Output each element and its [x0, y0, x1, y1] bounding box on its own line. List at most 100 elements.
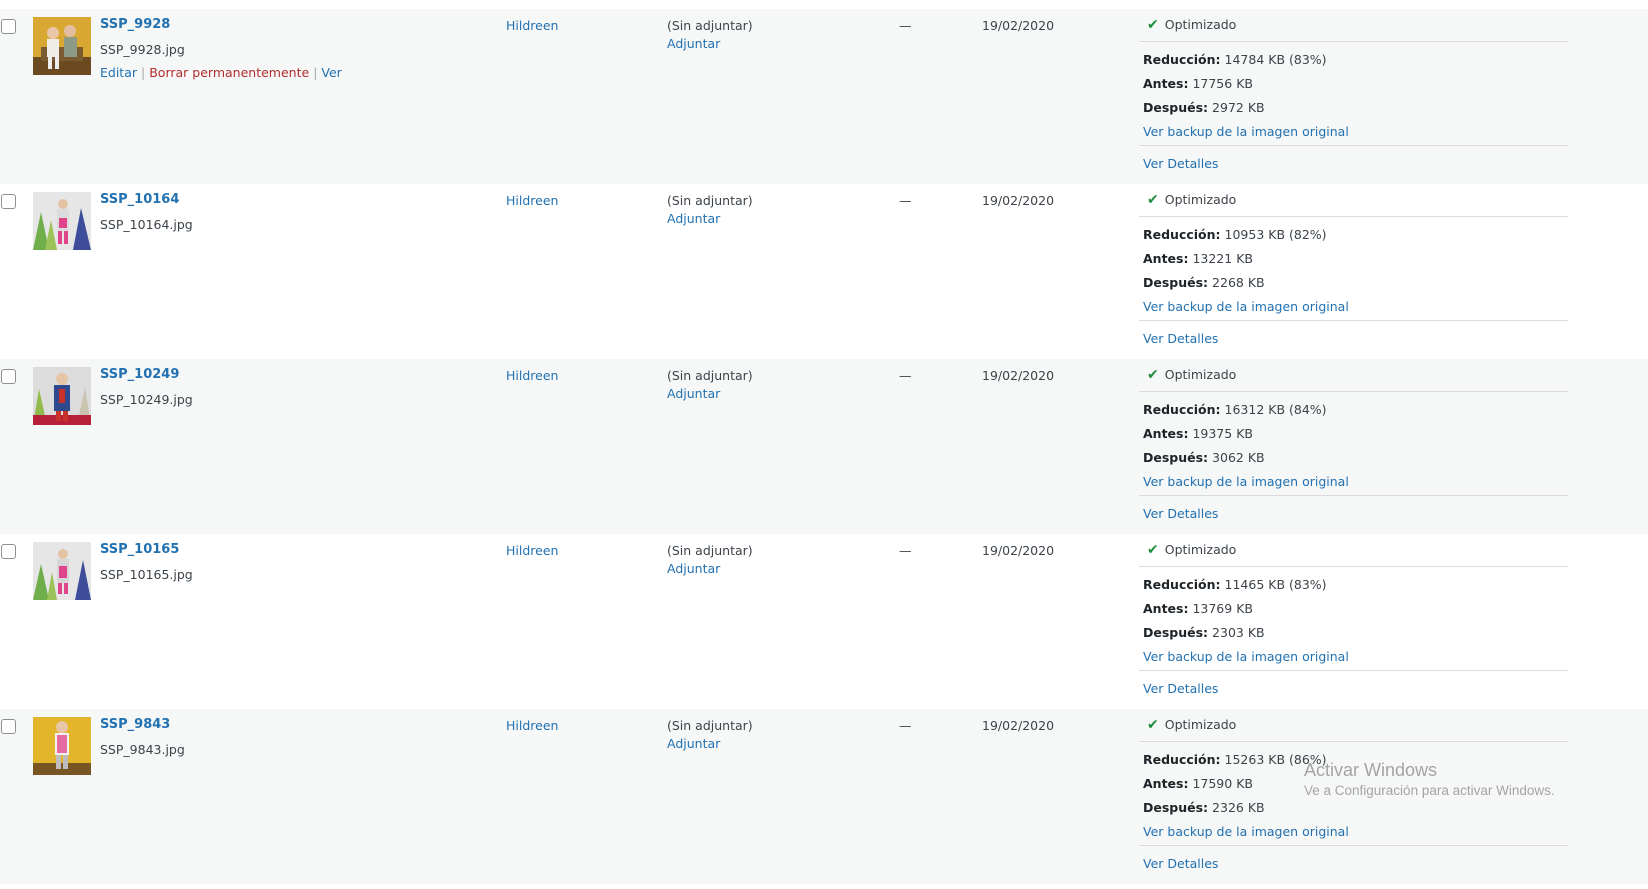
view-backup-link[interactable]: Ver backup de la imagen original: [1143, 824, 1349, 839]
attached-to-text: (Sin adjuntar): [667, 368, 753, 383]
media-title-link[interactable]: SSP_10249: [100, 367, 179, 382]
divider: [1139, 391, 1568, 392]
status-text: Optimizado: [1164, 367, 1237, 382]
checkmark-icon: ✔: [1147, 17, 1159, 33]
reduction-stat: Reducción: 11465 KB (83%): [1143, 577, 1327, 592]
thumbnail-image[interactable]: [33, 717, 91, 775]
optimization-status: ✔ Optimizado: [1147, 717, 1236, 733]
action-separator: |: [313, 65, 318, 80]
attach-link[interactable]: Adjuntar: [667, 736, 720, 751]
optimization-status: ✔ Optimizado: [1147, 542, 1236, 558]
reduction-value: 16312 KB (84%): [1224, 402, 1327, 417]
divider: [1139, 495, 1568, 496]
row-select-checkbox[interactable]: [1, 194, 16, 209]
reduction-label: Reducción:: [1143, 52, 1221, 67]
table-row: SSP_10164 SSP_10164.jpg Hildreen (Sin ad…: [0, 184, 1648, 359]
media-filename: SSP_10249.jpg: [100, 392, 193, 407]
view-backup-link[interactable]: Ver backup de la imagen original: [1143, 649, 1349, 664]
divider: [1139, 320, 1568, 321]
thumbnail-image[interactable]: [33, 367, 91, 425]
media-filename: SSP_10165.jpg: [100, 567, 193, 582]
view-details-link[interactable]: Ver Detalles: [1143, 331, 1218, 346]
reduction-value: 11465 KB (83%): [1224, 577, 1327, 592]
attached-to-text: (Sin adjuntar): [667, 543, 753, 558]
upload-date: 19/02/2020: [982, 18, 1055, 33]
media-title-link[interactable]: SSP_9843: [100, 717, 170, 732]
status-text: Optimizado: [1164, 17, 1237, 32]
after-value: 2972 KB: [1212, 100, 1265, 115]
view-details-link[interactable]: Ver Detalles: [1143, 681, 1218, 696]
row-select-checkbox[interactable]: [1, 719, 16, 734]
comments-count: —: [899, 718, 912, 733]
media-title-link[interactable]: SSP_9928: [100, 17, 170, 32]
attached-to-text: (Sin adjuntar): [667, 718, 753, 733]
before-stat: Antes: 17590 KB: [1143, 776, 1253, 791]
divider: [1139, 566, 1568, 567]
before-stat: Antes: 13221 KB: [1143, 251, 1253, 266]
row-select-checkbox[interactable]: [1, 19, 16, 34]
view-details-link[interactable]: Ver Detalles: [1143, 156, 1218, 171]
thumbnail-image[interactable]: [33, 542, 91, 600]
view-details-link[interactable]: Ver Detalles: [1143, 506, 1218, 521]
view-backup-link[interactable]: Ver backup de la imagen original: [1143, 124, 1349, 139]
after-label: Después:: [1143, 625, 1209, 640]
after-stat: Después: 3062 KB: [1143, 450, 1265, 465]
upload-date: 19/02/2020: [982, 193, 1055, 208]
before-value: 17590 KB: [1192, 776, 1253, 791]
upload-date: 19/02/2020: [982, 718, 1055, 733]
view-backup-link[interactable]: Ver backup de la imagen original: [1143, 474, 1349, 489]
before-value: 17756 KB: [1192, 76, 1253, 91]
status-text: Optimizado: [1164, 192, 1237, 207]
checkmark-icon: ✔: [1147, 542, 1159, 558]
after-stat: Después: 2326 KB: [1143, 800, 1265, 815]
media-list-table: SSP_9928 SSP_9928.jpg Editar | Borrar perm…: [0, 9, 1648, 884]
thumbnail-image[interactable]: [33, 192, 91, 250]
reduction-value: 14784 KB (83%): [1224, 52, 1327, 67]
before-label: Antes:: [1143, 251, 1189, 266]
view-link[interactable]: Ver: [321, 65, 341, 80]
author-link[interactable]: Hildreen: [506, 18, 558, 33]
reduction-label: Reducción:: [1143, 402, 1221, 417]
comments-count: —: [899, 368, 912, 383]
delete-permanently-link[interactable]: Borrar permanentemente: [149, 65, 309, 80]
reduction-value: 10953 KB (82%): [1224, 227, 1327, 242]
author-link[interactable]: Hildreen: [506, 368, 558, 383]
checkmark-icon: ✔: [1147, 717, 1159, 733]
attach-link[interactable]: Adjuntar: [667, 36, 720, 51]
after-stat: Después: 2303 KB: [1143, 625, 1265, 640]
attach-link[interactable]: Adjuntar: [667, 211, 720, 226]
media-title-link[interactable]: SSP_10165: [100, 542, 179, 557]
attached-to-text: (Sin adjuntar): [667, 18, 753, 33]
before-label: Antes:: [1143, 776, 1189, 791]
row-actions: Editar | Borrar permanentemente | Ver: [100, 65, 342, 80]
thumbnail-image[interactable]: [33, 17, 91, 75]
author-link[interactable]: Hildreen: [506, 193, 558, 208]
optimization-status: ✔ Optimizado: [1147, 192, 1236, 208]
attach-link[interactable]: Adjuntar: [667, 561, 720, 576]
attached-to-text: (Sin adjuntar): [667, 193, 753, 208]
row-select-checkbox[interactable]: [1, 369, 16, 384]
checkmark-icon: ✔: [1147, 192, 1159, 208]
reduction-stat: Reducción: 16312 KB (84%): [1143, 402, 1327, 417]
edit-link[interactable]: Editar: [100, 65, 137, 80]
after-label: Después:: [1143, 275, 1209, 290]
view-details-link[interactable]: Ver Detalles: [1143, 856, 1218, 871]
optimization-status: ✔ Optimizado: [1147, 17, 1236, 33]
media-title-link[interactable]: SSP_10164: [100, 192, 179, 207]
comments-count: —: [899, 543, 912, 558]
comments-count: —: [899, 193, 912, 208]
divider: [1139, 845, 1568, 846]
author-link[interactable]: Hildreen: [506, 543, 558, 558]
attach-link[interactable]: Adjuntar: [667, 386, 720, 401]
before-stat: Antes: 13769 KB: [1143, 601, 1253, 616]
reduction-label: Reducción:: [1143, 227, 1221, 242]
before-value: 19375 KB: [1192, 426, 1253, 441]
after-label: Después:: [1143, 450, 1209, 465]
reduction-stat: Reducción: 10953 KB (82%): [1143, 227, 1327, 242]
optimization-status: ✔ Optimizado: [1147, 367, 1236, 383]
author-link[interactable]: Hildreen: [506, 718, 558, 733]
before-label: Antes:: [1143, 601, 1189, 616]
media-filename: SSP_9843.jpg: [100, 742, 185, 757]
row-select-checkbox[interactable]: [1, 544, 16, 559]
view-backup-link[interactable]: Ver backup de la imagen original: [1143, 299, 1349, 314]
